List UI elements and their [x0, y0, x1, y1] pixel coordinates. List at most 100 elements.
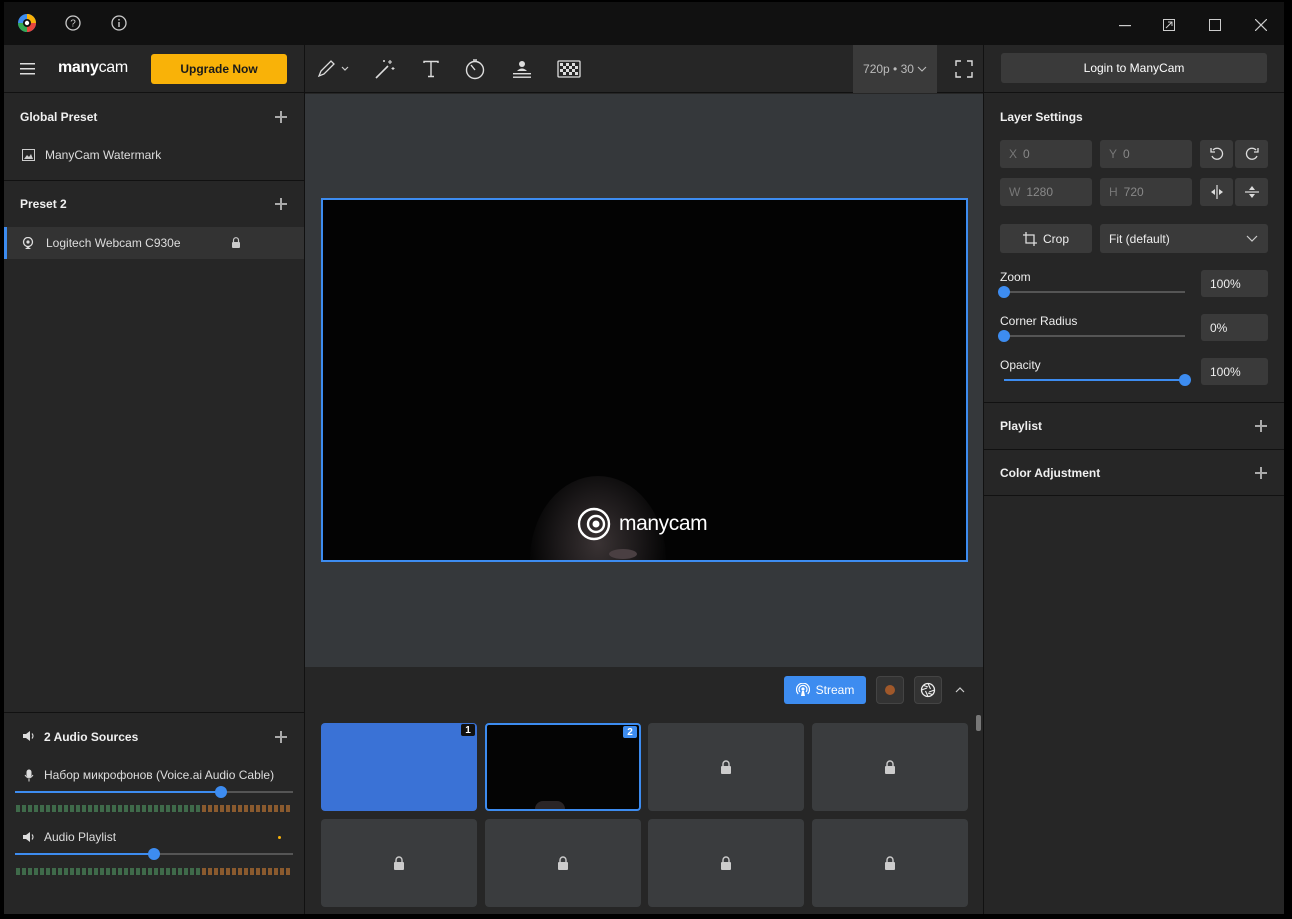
- upgrade-now-button[interactable]: Upgrade Now: [151, 54, 287, 84]
- meter-segment: [136, 805, 140, 812]
- width-field[interactable]: W 1280: [1000, 178, 1092, 206]
- info-icon[interactable]: [106, 10, 132, 36]
- text-tool-icon[interactable]: [417, 55, 445, 83]
- corner-radius-slider-knob[interactable]: [998, 330, 1010, 342]
- meter-segment: [280, 805, 284, 812]
- add-layer-icon[interactable]: [275, 198, 287, 210]
- audio-volume-knob[interactable]: [215, 786, 227, 798]
- resolution-selector[interactable]: 720p • 30: [853, 45, 937, 93]
- stream-button[interactable]: Stream: [784, 676, 866, 704]
- meter-segment: [190, 868, 194, 875]
- preset-cell[interactable]: 1: [321, 723, 477, 811]
- timer-icon[interactable]: [461, 55, 489, 83]
- pip-icon[interactable]: [1154, 10, 1184, 40]
- hamburger-menu-icon[interactable]: [20, 62, 36, 79]
- snapshot-button[interactable]: [914, 676, 942, 704]
- meter-segment: [142, 805, 146, 812]
- meter-segment: [202, 805, 206, 812]
- manycam-watermark-icon: [577, 507, 611, 541]
- speaker-icon: [22, 831, 36, 846]
- maximize-icon[interactable]: [1200, 10, 1230, 40]
- audio-source-label: Набор микрофонов (Voice.ai Audio Cable): [44, 768, 275, 782]
- help-icon[interactable]: ?: [60, 10, 86, 36]
- zoom-value-input[interactable]: 100%: [1201, 270, 1268, 297]
- audio-volume-knob[interactable]: [148, 848, 160, 860]
- meter-segment: [16, 868, 20, 875]
- lower-thirds-icon[interactable]: [508, 55, 536, 83]
- rotate-right-button[interactable]: [1235, 140, 1268, 168]
- meter-segment: [220, 868, 224, 875]
- layer-item-manycam-watermark[interactable]: ManyCam Watermark: [4, 139, 304, 171]
- record-button[interactable]: [876, 676, 904, 704]
- meter-segment: [226, 805, 230, 812]
- zoom-label: Zoom: [1000, 270, 1031, 284]
- flip-horizontal-button[interactable]: [1200, 178, 1233, 206]
- meter-segment: [172, 868, 176, 875]
- add-color-adjustment-icon[interactable]: [1255, 467, 1267, 479]
- y-field[interactable]: Y 0: [1100, 140, 1192, 168]
- close-icon[interactable]: [1246, 10, 1276, 40]
- audio-level-meter: [16, 805, 290, 812]
- collapse-chevron-icon[interactable]: [954, 683, 966, 698]
- add-playlist-icon[interactable]: [1255, 420, 1267, 432]
- meter-segment: [178, 868, 182, 875]
- fullscreen-icon[interactable]: [950, 55, 978, 83]
- meter-segment: [256, 868, 260, 875]
- meter-segment: [268, 805, 272, 812]
- preset-cell[interactable]: [321, 819, 477, 907]
- opacity-slider-knob[interactable]: [1179, 374, 1191, 386]
- magic-wand-icon[interactable]: [371, 55, 399, 83]
- fit-mode-select[interactable]: Fit (default): [1100, 224, 1268, 253]
- image-icon: [22, 149, 35, 161]
- flip-vertical-button[interactable]: [1235, 178, 1268, 206]
- draw-tool-icon[interactable]: [313, 55, 353, 83]
- rotate-left-button[interactable]: [1200, 140, 1233, 168]
- preset-cell[interactable]: [648, 819, 804, 907]
- opacity-value-input[interactable]: 100%: [1201, 358, 1268, 385]
- add-audio-source-icon[interactable]: [275, 731, 287, 743]
- meter-segment: [94, 805, 98, 812]
- add-global-layer-icon[interactable]: [275, 111, 287, 123]
- x-field[interactable]: X 0: [1000, 140, 1092, 168]
- meter-segment: [70, 868, 74, 875]
- minimize-icon[interactable]: [1110, 10, 1140, 40]
- meter-segment: [100, 805, 104, 812]
- corner-radius-value-input[interactable]: 0%: [1201, 314, 1268, 341]
- meter-segment: [28, 868, 32, 875]
- layer-label: Logitech Webcam C930e: [46, 236, 181, 250]
- preset-cell[interactable]: [812, 819, 968, 907]
- preset-cell[interactable]: 2: [485, 723, 641, 811]
- meter-segment: [124, 805, 128, 812]
- lock-icon: [885, 760, 895, 774]
- meter-segment: [34, 868, 38, 875]
- lock-icon: [558, 856, 568, 870]
- meter-segment: [22, 868, 26, 875]
- meter-segment: [160, 868, 164, 875]
- meter-segment: [250, 805, 254, 812]
- meter-segment: [142, 868, 146, 875]
- height-field[interactable]: H 720: [1100, 178, 1192, 206]
- opacity-fill: [1004, 379, 1185, 381]
- meter-segment: [118, 868, 122, 875]
- webcam-feed: [530, 476, 666, 560]
- presets-grid: 12: [305, 713, 983, 914]
- layer-item-webcam[interactable]: Logitech Webcam C930e: [4, 227, 304, 259]
- meter-segment: [238, 805, 242, 812]
- meter-segment: [256, 805, 260, 812]
- preset-cell[interactable]: [648, 723, 804, 811]
- video-preview[interactable]: manycam: [321, 198, 968, 562]
- meter-segment: [178, 805, 182, 812]
- grid-scrollbar[interactable]: [976, 715, 981, 731]
- chroma-key-icon[interactable]: [555, 55, 583, 83]
- crop-icon: [1022, 231, 1037, 246]
- preset-cell[interactable]: [812, 723, 968, 811]
- meter-segment: [262, 805, 266, 812]
- lock-icon: [721, 760, 731, 774]
- microphone-icon: [24, 769, 34, 785]
- crop-button[interactable]: Crop: [1000, 224, 1092, 253]
- meter-segment: [286, 868, 290, 875]
- preset-cell[interactable]: [485, 819, 641, 907]
- login-button[interactable]: Login to ManyCam: [1001, 53, 1267, 83]
- broadcast-controls: Stream: [305, 667, 983, 713]
- zoom-slider-knob[interactable]: [998, 286, 1010, 298]
